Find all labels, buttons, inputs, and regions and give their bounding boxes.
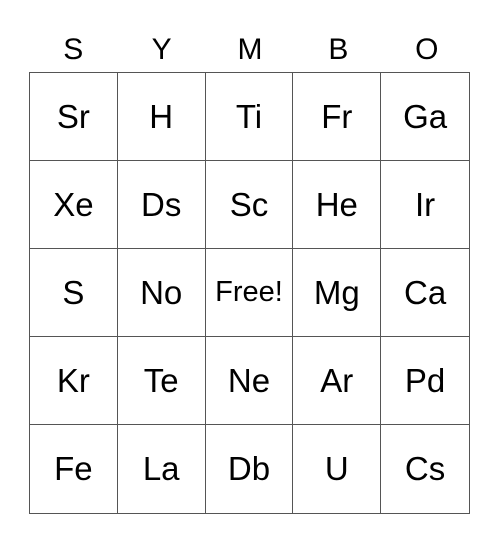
bingo-card-grid: Sr H Ti Fr Ga Xe Ds Sc He Ir S No Free! Mg Ca Kr Te Ne Ar P…	[29, 72, 470, 514]
header-letter: S	[63, 33, 84, 66]
header-letter: O	[415, 33, 439, 66]
bingo-cell[interactable]: Fe	[30, 425, 118, 513]
bingo-cell[interactable]: Ds	[117, 161, 206, 249]
bingo-cell[interactable]: Db	[206, 425, 294, 513]
bingo-cell[interactable]: Sc	[205, 161, 294, 249]
bingo-cell[interactable]: U	[293, 425, 382, 513]
bingo-cell[interactable]: No	[117, 249, 206, 337]
bingo-cell[interactable]: He	[293, 161, 382, 249]
bingo-cell[interactable]: H	[117, 73, 206, 161]
bingo-cell[interactable]: Ne	[205, 337, 294, 425]
bingo-cell[interactable]: Mg	[293, 249, 382, 337]
bingo-cell[interactable]: Cs	[381, 425, 469, 513]
bingo-cell[interactable]: Ti	[205, 73, 294, 161]
header-letter: M	[237, 33, 263, 66]
bingo-cell[interactable]: Ga	[381, 73, 469, 161]
bingo-cell[interactable]: Xe	[30, 161, 118, 249]
bingo-cell[interactable]: Te	[117, 337, 206, 425]
bingo-cell[interactable]: Ar	[293, 337, 382, 425]
bingo-cell[interactable]: Pd	[381, 337, 469, 425]
free-space-cell[interactable]: Free!	[205, 249, 294, 337]
header-letter: Y	[151, 33, 172, 66]
bingo-cell[interactable]: S	[30, 249, 118, 337]
bingo-cell[interactable]: Sr	[30, 73, 118, 161]
bingo-cell[interactable]: Ir	[381, 161, 469, 249]
bingo-cell[interactable]: Ca	[381, 249, 469, 337]
header-letter: B	[328, 33, 349, 66]
bingo-cell[interactable]: Fr	[293, 73, 382, 161]
bingo-header: S Y M B O	[29, 28, 471, 72]
bingo-cell[interactable]: La	[118, 425, 206, 513]
bingo-cell[interactable]: Kr	[30, 337, 118, 425]
